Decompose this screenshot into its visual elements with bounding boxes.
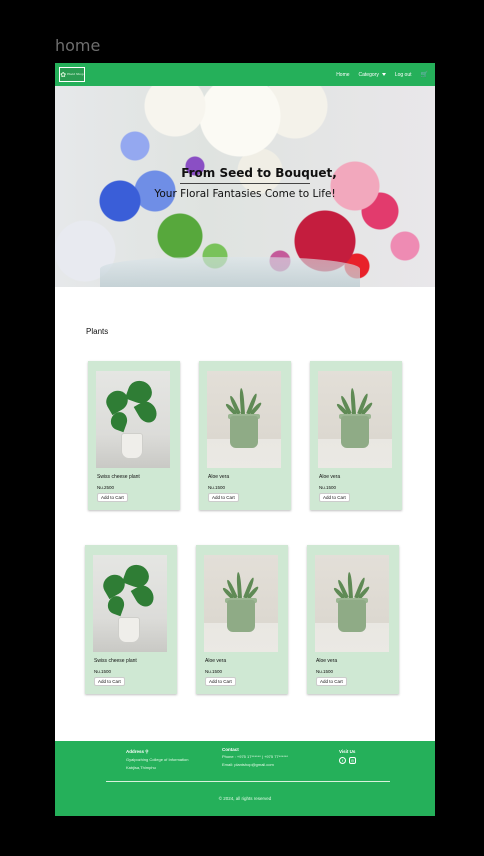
product-image-aloe[interactable] [204,555,278,652]
product-image-aloe[interactable] [207,371,281,468]
logo-text: Plant Shop [67,71,84,76]
section-title: Plants [86,327,109,336]
footer-contact-heading: Contact [222,747,239,752]
logo[interactable]: ✿ Plant Shop [59,67,85,82]
product-price: Nu.1500 [94,669,112,674]
hero-text: From Seed to Bouquet, Your Floral Fantas… [55,166,435,200]
nav-links: Home Category Log out 🛒 [336,71,428,79]
logo-leaf-icon: ✿ [60,71,67,79]
navbar: ✿ Plant Shop Home Category Log out 🛒 [55,63,435,86]
hero-vase [100,257,360,287]
add-to-cart-button[interactable]: Add to Cart [316,677,347,686]
product-name: Swiss cheese plant [97,474,140,480]
product-price: Nu.1500 [208,485,226,490]
chevron-down-icon [381,72,386,76]
footer-address: Address ⚲ Gyalpozhing College of Informa… [126,749,188,771]
footer-email: Email: plantshop@gmail.com [222,761,274,767]
add-to-cart-button[interactable]: Add to Cart [208,493,239,502]
hero-title: From Seed to Bouquet, [181,166,337,180]
product-card: Swiss cheese plant Nu.2500 Add to Cart [88,361,180,510]
hero-divider [180,183,310,184]
frame-title: home [55,36,101,55]
product-card: Aloe vera Nu.1500 Add to Cart [199,361,291,510]
product-price: Nu.1500 [319,485,337,490]
add-to-cart-button[interactable]: Add to Cart [205,677,236,686]
footer-copyright: © 2024, all rights reserved [218,796,272,801]
product-name: Aloe vera [316,658,338,664]
product-card: Aloe vera Nu.1500 Add to Cart [196,545,288,694]
product-name: Aloe vera [205,658,227,664]
map-pin-icon: ⚲ [145,749,149,754]
product-price: Nu.2500 [97,485,115,490]
hero-subtitle: Your Floral Fantasies Come to Life! [154,188,336,200]
product-image-aloe[interactable] [318,371,392,468]
footer-phone: Phone : +975 17****** | +975 77****** [222,754,288,759]
product-card: Aloe vera Nu.1500 Add to Cart [307,545,399,694]
instagram-icon[interactable]: ◎ [349,757,356,764]
add-to-cart-button[interactable]: Add to Cart [319,493,350,502]
nav-category-dropdown[interactable]: Category [359,72,386,78]
footer-visit: Visit Us f ◎ [339,749,356,764]
nav-home-link[interactable]: Home [336,72,349,78]
hero-banner: From Seed to Bouquet, Your Floral Fantas… [55,86,435,287]
product-price: Nu.1500 [316,669,334,674]
product-image-monstera[interactable] [96,371,170,468]
product-name: Swiss cheese plant [94,658,137,664]
product-card: Swiss cheese plant Nu.1500 Add to Cart [85,545,177,694]
product-card: Aloe vera Nu.1500 Add to Cart [310,361,402,510]
facebook-icon[interactable]: f [339,757,346,764]
product-image-monstera[interactable] [93,555,167,652]
nav-logout-link[interactable]: Log out [395,72,412,78]
footer-visit-heading: Visit Us [339,749,356,754]
product-name: Aloe vera [319,474,341,480]
footer: Address ⚲ Gyalpozhing College of Informa… [55,741,435,816]
cart-icon[interactable]: 🛒 [421,71,428,78]
nav-category-label: Category [358,71,379,78]
product-price: Nu.1500 [205,669,223,674]
footer-address-line1: Gyalpozhing College of Information [126,757,189,762]
add-to-cart-button[interactable]: Add to Cart [97,493,128,502]
page: ✿ Plant Shop Home Category Log out 🛒 Fro… [55,63,435,816]
add-to-cart-button[interactable]: Add to Cart [94,677,125,686]
footer-address-heading: Address [126,749,145,754]
footer-divider [106,781,390,782]
product-image-aloe[interactable] [315,555,389,652]
product-name: Aloe vera [208,474,230,480]
footer-contact: Contact Phone : +975 17****** | +975 77*… [222,747,288,768]
footer-address-line2: Kabjisa,Thimphu [126,764,156,770]
